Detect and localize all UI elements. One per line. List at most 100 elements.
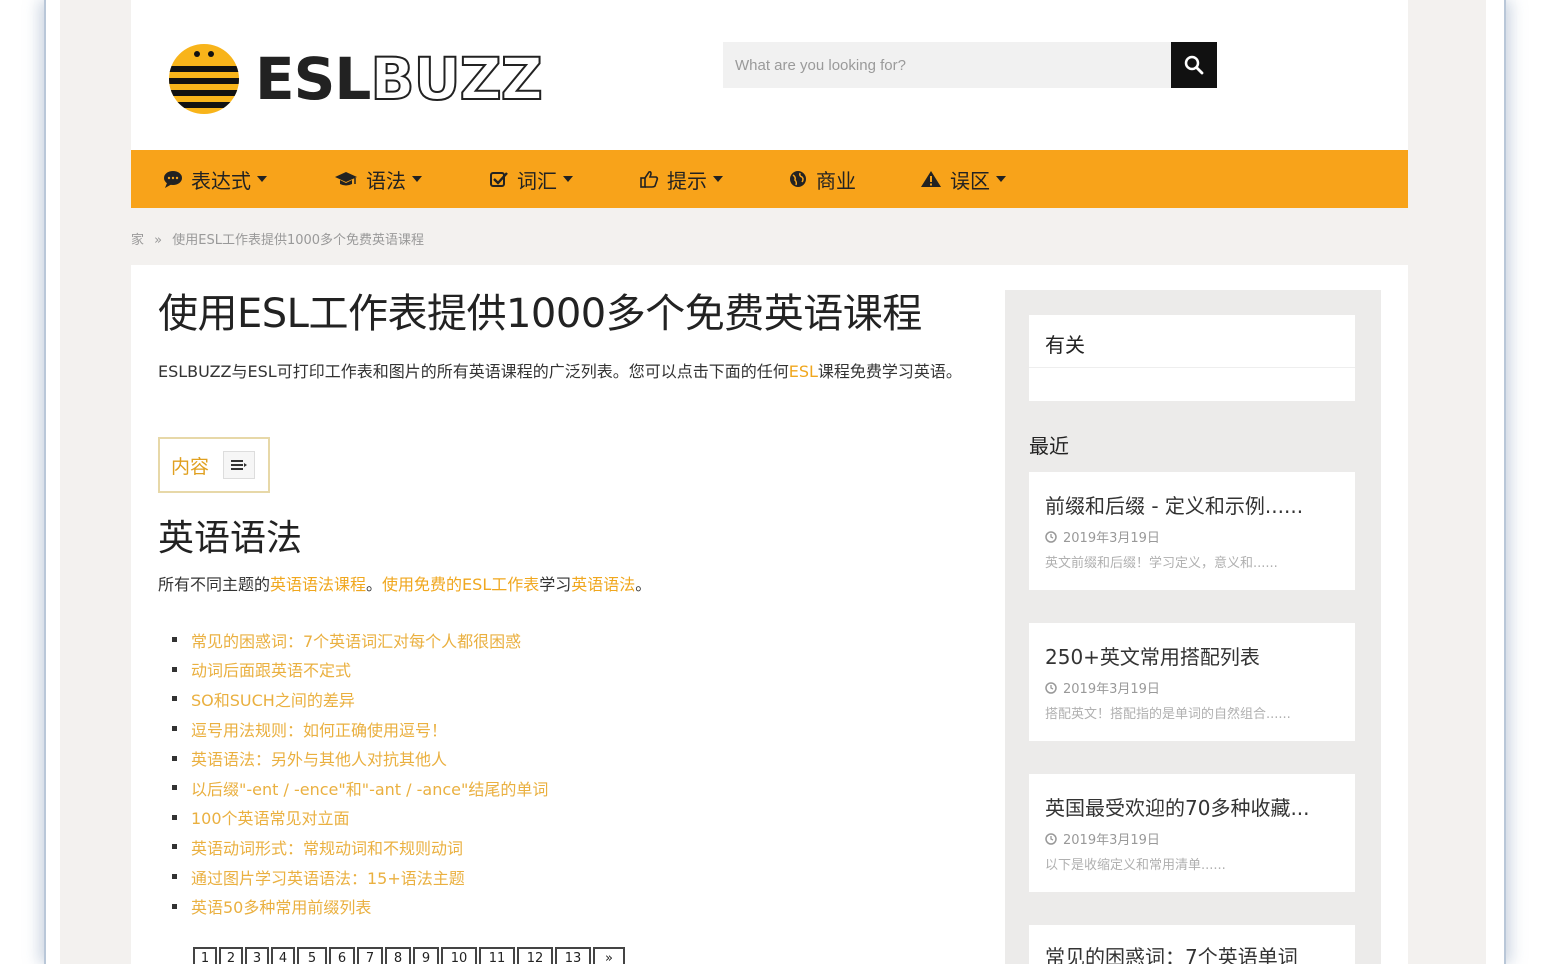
nav-item-expressions[interactable]: 表达式: [163, 150, 267, 208]
lesson-link-text: 英语语法：另外与其他人对抗其他人: [191, 750, 448, 770]
nav-item-tips[interactable]: 提示: [639, 150, 723, 208]
free-worksheets-link[interactable]: 使用免费的ESL工作表: [382, 575, 539, 594]
warning-icon: [920, 170, 942, 188]
breadcrumb-home-link[interactable]: 家: [131, 233, 144, 248]
bullet: [172, 696, 177, 702]
logo-text-outline: BUZZ: [369, 45, 543, 113]
page-title: 使用ESL工作表提供1000多个免费英语课程: [158, 291, 922, 337]
section-intro: 所有不同主题的英语语法课程。使用免费的ESL工作表学习英语语法。: [158, 571, 651, 595]
clock-icon: [1045, 530, 1057, 543]
bullet: [172, 637, 177, 643]
nav-label: 词汇: [517, 168, 557, 193]
lesson-link-text: 100个英语常见对立面: [191, 809, 350, 829]
post-date-text: 2019年3月19日: [1063, 682, 1160, 697]
nav-label: 误区: [950, 168, 990, 193]
bullet: [172, 666, 177, 672]
next-page-link[interactable]: »: [593, 947, 625, 964]
recent-post-card[interactable]: 常见的困惑词：7个英语单词: [1029, 925, 1355, 964]
table-of-contents-toggle[interactable]: 内容: [158, 437, 270, 493]
nav-item-business[interactable]: 商业: [788, 150, 856, 208]
page-link[interactable]: 2: [219, 947, 243, 964]
bullet: [172, 726, 177, 732]
lesson-link-text: 动词后面跟英语不定式: [191, 661, 352, 681]
page-link[interactable]: 11: [479, 947, 515, 964]
list-icon: [223, 451, 256, 479]
lesson-link[interactable]: 英语语法：另外与其他人对抗其他人: [172, 743, 548, 773]
about-widget: 有关: [1029, 315, 1355, 401]
site-logo[interactable]: ESLBUZZ: [167, 42, 544, 116]
pagination: 1 2 3 4 5 6 7 8 9 10 11 12 13 »: [193, 947, 625, 964]
nav-item-vocabulary[interactable]: 词汇: [489, 150, 573, 208]
lesson-link[interactable]: 逗号用法规则：如何正确使用逗号！: [172, 714, 548, 744]
thumbs-up-icon: [639, 170, 659, 188]
post-date: 2019年3月19日: [1045, 678, 1160, 697]
text: 。: [635, 575, 652, 594]
nav-item-mistakes[interactable]: 误区: [920, 150, 1006, 208]
english-grammar-link[interactable]: 英语语法: [571, 575, 635, 594]
lesson-link[interactable]: 通过图片学习英语语法：15+语法主题: [172, 862, 548, 892]
lesson-link[interactable]: 100个英语常见对立面: [172, 803, 548, 833]
search-button[interactable]: [1171, 42, 1217, 88]
breadcrumb-current: 使用ESL工作表提供1000多个免费英语课程: [172, 233, 425, 248]
check-square-icon: [489, 170, 509, 188]
content-area: 使用ESL工作表提供1000多个免费英语课程 ESLBUZZ与ESL可打印工作表…: [131, 265, 1408, 964]
toc-label: 内容: [171, 455, 210, 478]
text: 。: [366, 575, 383, 594]
bullet: [172, 755, 177, 761]
site-container: ESLBUZZ 表达式 语法: [131, 0, 1408, 964]
nav-label: 语法: [366, 168, 406, 193]
grammar-courses-link[interactable]: 英语语法课程: [270, 575, 366, 594]
lesson-link[interactable]: 以后缀"-ent / -ence"和"-ant / -ance"结尾的单词: [172, 773, 548, 803]
caret-down-icon: [996, 176, 1006, 182]
comment-icon: [163, 170, 183, 188]
nav-label: 商业: [816, 168, 856, 193]
post-title: 常见的困惑词：7个英语单词: [1045, 945, 1298, 964]
caret-down-icon: [713, 176, 723, 182]
nav-label: 提示: [667, 168, 707, 193]
recent-post-card[interactable]: 250+英文常用搭配列表 2019年3月19日 搭配英文！搭配指的是单词的自然组…: [1029, 623, 1355, 741]
page-link[interactable]: 9: [413, 947, 439, 964]
recent-post-card[interactable]: 前缀和后缀 - 定义和示例...... 2019年3月19日 英文前缀和后缀！学…: [1029, 472, 1355, 590]
section-heading-grammar: 英语语法: [158, 518, 303, 559]
lesson-link[interactable]: 动词后面跟英语不定式: [172, 655, 548, 685]
bee-logo-icon: [167, 42, 241, 116]
caret-down-icon: [412, 176, 422, 182]
post-date: 2019年3月19日: [1045, 829, 1160, 848]
post-date: 2019年3月19日: [1045, 527, 1160, 546]
page-link[interactable]: 6: [329, 947, 355, 964]
recent-post-card[interactable]: 英国最受欢迎的70多种收藏... 2019年3月19日 以下是收缩定义和常用清单…: [1029, 774, 1355, 892]
clock-icon: [1045, 681, 1057, 694]
page-link[interactable]: 1: [193, 947, 217, 964]
globe-icon: [788, 170, 808, 188]
nav-item-grammar[interactable]: 语法: [334, 150, 422, 208]
search-icon: [1184, 55, 1204, 75]
intro-text: ESLBUZZ与ESL可打印工作表和图片的所有英语课程的广泛列表。您可以点击下面…: [158, 362, 789, 381]
lesson-link[interactable]: 英语动词形式：常规动词和不规则动词: [172, 832, 548, 862]
bullet: [172, 785, 177, 791]
lesson-link[interactable]: SO和SUCH之间的差异: [172, 684, 548, 714]
page-link[interactable]: 8: [385, 947, 411, 964]
post-title: 250+英文常用搭配列表: [1045, 645, 1260, 669]
page-link[interactable]: 10: [441, 947, 477, 964]
sidebar: 有关 最近 前缀和后缀 - 定义和示例...... 2019年3月19日 英文前…: [1005, 290, 1381, 964]
page-link[interactable]: 13: [555, 947, 591, 964]
widget-title: 有关: [1045, 333, 1085, 357]
page-link[interactable]: 7: [357, 947, 383, 964]
page-link[interactable]: 4: [271, 947, 295, 964]
page-link[interactable]: 12: [517, 947, 553, 964]
breadcrumb: 家 » 使用ESL工作表提供1000多个免费英语课程: [131, 229, 424, 248]
clock-icon: [1045, 832, 1057, 845]
intro-esl-link[interactable]: ESL: [789, 362, 818, 381]
breadcrumb-separator: »: [154, 233, 163, 248]
lesson-link-text: 通过图片学习英语语法：15+语法主题: [191, 868, 465, 888]
page-link[interactable]: 3: [245, 947, 269, 964]
text: 学习: [539, 575, 572, 594]
lesson-link-text: SO和SUCH之间的差异: [191, 690, 355, 710]
post-excerpt: 以下是收缩定义和常用清单......: [1045, 858, 1226, 873]
lesson-link[interactable]: 英语50多种常用前缀列表: [172, 891, 548, 921]
page-link[interactable]: 5: [297, 947, 327, 964]
search-input[interactable]: [723, 42, 1171, 88]
lesson-link-text: 英语50多种常用前缀列表: [191, 898, 372, 918]
lesson-link[interactable]: 常见的困惑词：7个英语词汇对每个人都很困惑: [172, 625, 548, 655]
intro-text-end: 课程免费学习英语。: [817, 362, 962, 381]
